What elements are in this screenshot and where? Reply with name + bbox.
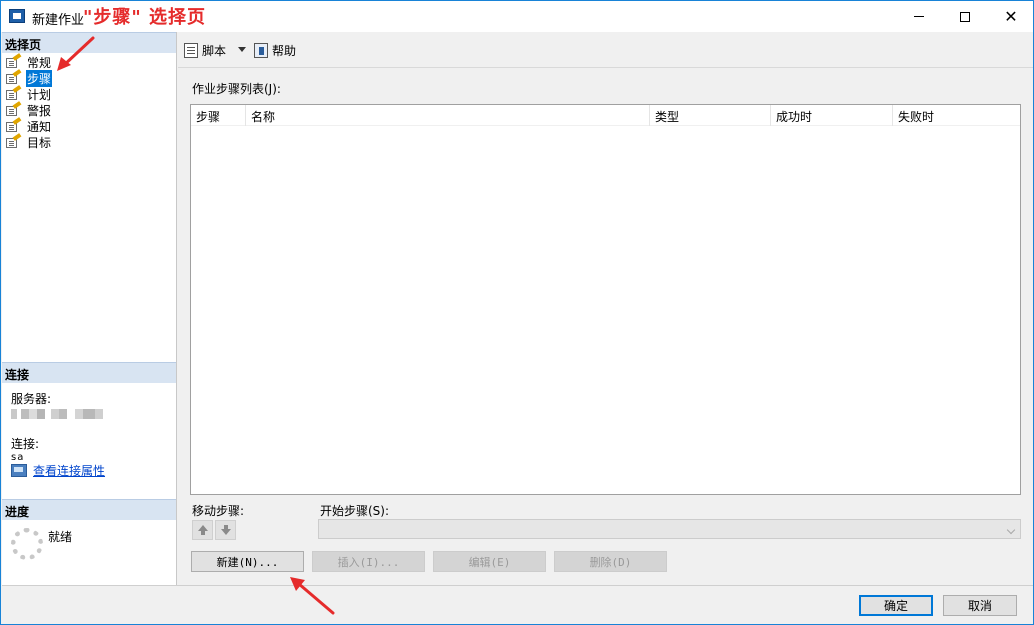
left-panel: 选择页 常规 步骤 计划 警报 通知 目标 连接 服务器: 连接: sa 查看连… [2,32,177,585]
progress-header: 进度 [2,499,176,520]
window-title: 新建作业 [32,13,85,28]
maximize-button[interactable] [942,1,988,32]
help-label: 帮助 [272,44,297,58]
page-item-targets[interactable]: 目标 [5,133,52,150]
spinner-icon [11,528,43,560]
job-dialog-window: 新建作业 "步骤" 选择页 ✕ 选择页 常规 步骤 计划 警报 通知 目标 连接… [0,0,1034,625]
progress-status: 就绪 [48,530,73,544]
delete-step-button[interactable]: 删除(D) [554,551,667,572]
page-edit-icon [5,69,22,85]
start-step-label: 开始步骤(S): [320,504,390,518]
move-step-label: 移动步骤: [192,504,245,518]
table-header: 步骤 名称 类型 成功时 失败时 [191,105,1020,126]
move-down-button[interactable] [215,520,236,540]
chevron-down-icon [1006,525,1016,535]
page-list: 常规 步骤 计划 警报 通知 目标 [5,53,53,150]
app-icon [9,9,25,23]
title-bar: 新建作业 "步骤" 选择页 ✕ [1,1,1033,32]
annotation-arrow-steps [57,36,95,71]
cancel-button[interactable]: 取消 [943,595,1017,616]
minimize-icon [914,16,924,17]
page-item-label: 通知 [27,119,52,134]
column-header-step[interactable]: 步骤 [191,105,246,126]
page-edit-icon [5,133,22,149]
page-edit-icon [5,53,22,69]
arrow-up-icon [197,525,208,535]
edit-step-button[interactable]: 编辑(E) [433,551,546,572]
help-button[interactable]: 帮助 [254,42,296,59]
properties-icon [11,464,27,477]
arrow-down-icon [220,525,231,535]
minimize-button[interactable] [896,1,942,32]
script-label: 脚本 [202,44,227,58]
page-item-general[interactable]: 常规 [5,53,52,70]
column-header-on-failure[interactable]: 失败时 [893,105,1020,126]
page-edit-icon [5,117,22,133]
view-properties-link[interactable]: 查看连接属性 [33,462,105,479]
page-edit-icon [5,85,22,101]
steps-list-label: 作业步骤列表(J): [192,82,281,96]
page-item-schedules[interactable]: 计划 [5,85,52,102]
column-header-on-success[interactable]: 成功时 [771,105,893,126]
page-item-label: 计划 [27,87,52,102]
maximize-icon [960,11,970,22]
ok-button[interactable]: 确定 [859,595,933,616]
server-label: 服务器: [11,392,52,406]
new-step-button[interactable]: 新建(N)... [191,551,304,572]
server-value-redacted [11,409,103,419]
insert-step-button[interactable]: 插入(I)... [312,551,425,572]
help-icon [254,43,268,58]
script-button[interactable]: 脚本 [184,42,226,59]
close-icon: ✕ [1004,6,1018,26]
script-icon [184,43,198,58]
connection-header: 连接 [2,362,176,383]
close-button[interactable]: ✕ [988,1,1034,32]
view-connection-properties[interactable]: 查看连接属性 [11,462,105,479]
page-item-label: 常规 [27,55,52,70]
page-item-alerts[interactable]: 警报 [5,101,52,118]
page-item-label: 警报 [27,103,52,118]
title-annotation: "步骤" 选择页 [83,7,207,28]
page-item-steps[interactable]: 步骤 [5,69,53,87]
column-header-name[interactable]: 名称 [246,105,650,126]
connection-info: 服务器: 连接: sa [11,390,103,463]
connection-label: 连接: [11,437,40,451]
toolbar: 脚本 帮助 [178,32,1033,68]
page-edit-icon [5,101,22,117]
page-item-label: 目标 [27,135,52,150]
move-up-button[interactable] [192,520,213,540]
page-item-label: 步骤 [26,69,53,87]
steps-table[interactable]: 步骤 名称 类型 成功时 失败时 [190,104,1021,495]
chevron-down-icon[interactable] [238,47,246,52]
column-header-type[interactable]: 类型 [650,105,771,126]
page-item-notifications[interactable]: 通知 [5,117,52,134]
start-step-select[interactable] [318,519,1021,539]
annotation-arrow-new [290,577,335,615]
